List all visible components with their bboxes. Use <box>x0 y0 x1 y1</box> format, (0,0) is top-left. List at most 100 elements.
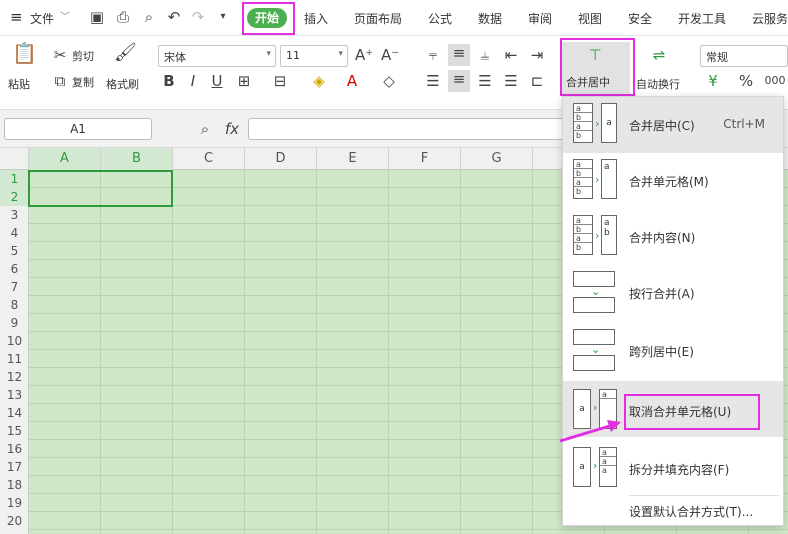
underline-button[interactable]: U <box>210 72 224 90</box>
menu-bar: ≡ 文件 ﹀ ▣ ⎙ ⌕ ↶ ↷ ▾ 开始 插入 页面布局 公式 数据 审阅 视… <box>0 0 788 36</box>
bold-button[interactable]: B <box>162 72 176 90</box>
formula-input[interactable] <box>248 118 578 140</box>
selected-range-a1-b2[interactable] <box>28 170 173 207</box>
distribute-icon[interactable]: ⊏ <box>528 72 546 90</box>
tab-developer[interactable]: 开发工具 <box>678 10 726 27</box>
fill-color-icon[interactable]: ◈ <box>310 72 328 90</box>
paste-icon[interactable]: 📋 <box>12 43 37 63</box>
wrap-text-button[interactable]: 自动换行 <box>636 76 680 92</box>
hamburger-menu-icon[interactable]: ≡ <box>10 8 23 26</box>
row-header-13[interactable]: 13 <box>0 386 29 404</box>
menu-item-merge-center[interactable]: abab › a 合并居中(C) Ctrl+M <box>563 97 783 153</box>
font-size-select[interactable]: 11 ▾ <box>280 45 348 67</box>
tab-insert[interactable]: 插入 <box>304 10 328 27</box>
cut-button[interactable]: 剪切 <box>72 48 94 64</box>
zoom-icon[interactable]: ⌕ <box>196 120 214 138</box>
column-header-c[interactable]: C <box>173 148 245 170</box>
highlight-box <box>242 2 295 35</box>
menu-item-merge-by-row[interactable]: ⌄ 按行合并(A) <box>563 265 783 321</box>
undo-icon[interactable]: ↶ <box>166 8 182 26</box>
row-header-9[interactable]: 9 <box>0 314 29 332</box>
tab-view[interactable]: 视图 <box>578 10 602 27</box>
print-icon[interactable]: ⎙ <box>114 8 132 26</box>
align-left-icon[interactable]: ☰ <box>424 72 442 90</box>
row-header-19[interactable]: 19 <box>0 494 29 512</box>
row-header-16[interactable]: 16 <box>0 440 29 458</box>
align-middle-icon[interactable]: ≡ <box>448 44 470 66</box>
tab-data[interactable]: 数据 <box>478 10 502 27</box>
scissors-icon[interactable]: ✂ <box>52 46 68 64</box>
row-header-14[interactable]: 14 <box>0 404 29 422</box>
name-box[interactable]: A1 <box>4 118 152 140</box>
border-icon[interactable]: ⊞ <box>236 72 252 90</box>
menu-item-merge-content[interactable]: abab › ab 合并内容(N) <box>563 209 783 265</box>
row-header-5[interactable]: 5 <box>0 242 29 260</box>
print-preview-icon[interactable]: ⌕ <box>140 8 158 26</box>
select-all-corner[interactable] <box>0 148 29 170</box>
row-header-20[interactable]: 20 <box>0 512 29 530</box>
menu-item-merge-cells[interactable]: abab › a 合并单元格(M) <box>563 153 783 209</box>
column-header-b[interactable]: B <box>101 148 173 170</box>
tab-page-layout[interactable]: 页面布局 <box>354 10 402 27</box>
decrease-font-icon[interactable]: A⁻ <box>381 46 399 64</box>
align-center-icon[interactable]: ≡ <box>448 70 470 92</box>
increase-font-icon[interactable]: A⁺ <box>355 46 373 64</box>
row-header-17[interactable]: 17 <box>0 458 29 476</box>
chevron-down-icon[interactable]: ﹀ <box>60 8 70 23</box>
split-fill-preview-icon: a <box>573 447 591 487</box>
merge-by-row-result-icon <box>573 297 615 313</box>
copy-button[interactable]: 复制 <box>72 74 94 90</box>
font-name-select[interactable]: 宋体 ▾ <box>158 45 276 67</box>
column-header-e[interactable]: E <box>317 148 389 170</box>
justify-icon[interactable]: ☰ <box>502 72 520 90</box>
clear-format-icon[interactable]: ◇ <box>380 72 398 90</box>
row-header-12[interactable]: 12 <box>0 368 29 386</box>
row-header-1[interactable]: 1 <box>0 170 29 188</box>
italic-button[interactable]: I <box>186 72 200 90</box>
paste-button[interactable]: 粘贴 <box>8 76 30 92</box>
row-header-10[interactable]: 10 <box>0 332 29 350</box>
tab-review[interactable]: 审阅 <box>528 10 552 27</box>
fx-icon[interactable]: fx <box>222 120 242 138</box>
menu-item-default-merge-settings[interactable]: 设置默认合并方式(T)... <box>629 503 753 520</box>
row-header-15[interactable]: 15 <box>0 422 29 440</box>
menu-item-center-across[interactable]: ⌄ 跨列居中(E) <box>563 321 783 377</box>
row-header-4[interactable]: 4 <box>0 224 29 242</box>
merge-dropdown-menu: abab › a 合并居中(C) Ctrl+M abab › a 合并单元格(M… <box>562 96 784 526</box>
tab-cloud[interactable]: 云服务 <box>752 10 788 27</box>
number-format-select[interactable]: 常规 <box>700 45 788 67</box>
indent-increase-icon[interactable]: ⇥ <box>528 46 546 64</box>
copy-icon[interactable]: ⧉ <box>52 72 68 90</box>
percent-button[interactable]: % <box>738 72 754 90</box>
save-icon[interactable]: ▣ <box>88 8 106 26</box>
column-header-a[interactable]: A <box>29 148 101 170</box>
row-header-8[interactable]: 8 <box>0 296 29 314</box>
more-icon[interactable]: ▾ <box>216 8 230 26</box>
menu-item-split-fill[interactable]: a › aaa 拆分并填充内容(F) <box>563 439 783 495</box>
row-header-3[interactable]: 3 <box>0 206 29 224</box>
row-header-18[interactable]: 18 <box>0 476 29 494</box>
column-header-g[interactable]: G <box>461 148 533 170</box>
currency-icon[interactable]: ¥ <box>704 72 722 90</box>
thousand-separator-button[interactable]: 000 <box>762 72 788 90</box>
row-header-11[interactable]: 11 <box>0 350 29 368</box>
column-header-d[interactable]: D <box>245 148 317 170</box>
tab-formula[interactable]: 公式 <box>428 10 452 27</box>
menu-file[interactable]: 文件 <box>30 10 54 27</box>
align-top-icon[interactable]: ⫧ <box>424 46 442 64</box>
tab-security[interactable]: 安全 <box>628 10 652 27</box>
row-header-2[interactable]: 2 <box>0 188 29 206</box>
wrap-text-icon[interactable]: ⇌ <box>648 46 670 64</box>
row-header-7[interactable]: 7 <box>0 278 29 296</box>
indent-decrease-icon[interactable]: ⇤ <box>502 46 520 64</box>
format-painter-icon[interactable]: 🖌 <box>114 44 137 62</box>
row-header-6[interactable]: 6 <box>0 260 29 278</box>
column-header-f[interactable]: F <box>389 148 461 170</box>
align-right-icon[interactable]: ☰ <box>476 72 494 90</box>
format-painter-button[interactable]: 格式刷 <box>106 76 139 92</box>
menu-item-label: 合并居中(C) <box>629 119 695 133</box>
align-bottom-icon[interactable]: ⫨ <box>476 46 494 64</box>
strikethrough-icon[interactable]: ⊟ <box>272 72 288 90</box>
redo-icon[interactable]: ↷ <box>190 8 206 26</box>
font-color-icon[interactable]: A <box>344 72 360 90</box>
